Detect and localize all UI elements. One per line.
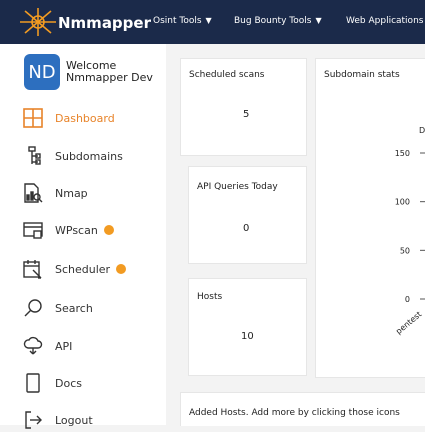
sidebar-item-scheduler[interactable]: Scheduler bbox=[22, 257, 127, 281]
sidebar-item-label: Scheduler bbox=[55, 262, 111, 276]
brand[interactable]: Nmmapper bbox=[18, 6, 151, 38]
subdomain-stats-chart: D 150 100 50 0 pentest bbox=[394, 126, 425, 336]
sidebar-item-nmap[interactable]: Nmap bbox=[22, 181, 88, 205]
added-hosts-text: Added Hosts. Add more by clicking those … bbox=[189, 408, 400, 418]
chevron-down-icon: ▼ bbox=[315, 16, 322, 25]
sidebar-item-label: Dashboard bbox=[55, 111, 115, 125]
document-icon bbox=[22, 372, 44, 394]
sidebar-item-search[interactable]: Search bbox=[22, 296, 93, 320]
sidebar-item-subdomains[interactable]: Subdomains bbox=[22, 144, 123, 168]
sidebar-item-label: Nmap bbox=[55, 186, 88, 200]
dashboard-icon bbox=[22, 107, 44, 129]
hosts-card[interactable]: Hosts 10 bbox=[188, 278, 307, 376]
notification-badge bbox=[103, 225, 114, 235]
y-tick-label: 0 bbox=[405, 295, 410, 304]
sidebar: ND Welcome Nmmapper Dev Dashboard Subdom… bbox=[0, 44, 166, 429]
network-scan-icon bbox=[22, 182, 44, 204]
sidebar-item-label: API bbox=[55, 339, 73, 353]
y-tick-label: 150 bbox=[395, 149, 410, 158]
top-navbar: Nmmapper Osint Tools ▼ Bug Bounty Tools ▼ … bbox=[0, 0, 425, 44]
user-name: Nmmapper Dev bbox=[66, 71, 153, 84]
avatar: ND bbox=[24, 54, 60, 90]
calendar-icon bbox=[22, 258, 44, 280]
api-queries-value: 0 bbox=[243, 223, 250, 234]
card-title: API Queries Today bbox=[197, 182, 278, 192]
y-tick-label: 100 bbox=[395, 198, 410, 207]
nav-web-applications-label: Web Applications bbox=[346, 16, 424, 26]
scheduled-scans-card[interactable]: Scheduled scans 5 bbox=[180, 58, 307, 156]
added-hosts-panel: Added Hosts. Add more by clicking those … bbox=[180, 392, 425, 426]
brand-name: Nmmapper bbox=[58, 14, 151, 32]
sidebar-item-logout[interactable]: Logout bbox=[22, 408, 93, 432]
nav-bug-bounty-tools[interactable]: Bug Bounty Tools ▼ bbox=[234, 16, 322, 26]
card-title: Scheduled scans bbox=[189, 70, 265, 80]
user-info: Welcome Nmmapper Dev bbox=[66, 60, 153, 84]
brand-logo-icon bbox=[20, 8, 56, 36]
sidebar-item-dashboard[interactable]: Dashboard bbox=[22, 106, 115, 130]
search-icon bbox=[22, 297, 44, 319]
nav-web-applications[interactable]: Web Applications bbox=[346, 16, 423, 26]
sidebar-item-docs[interactable]: Docs bbox=[22, 371, 82, 395]
nav-osint-tools[interactable]: Osint Tools ▼ bbox=[153, 16, 212, 26]
legend-label: D bbox=[419, 126, 425, 135]
logout-icon bbox=[22, 409, 44, 431]
sidebar-item-label: Subdomains bbox=[55, 149, 123, 163]
sidebar-item-label: Docs bbox=[55, 376, 82, 390]
card-title: Hosts bbox=[197, 292, 223, 302]
x-tick-label: pentest bbox=[394, 310, 423, 336]
sidebar-item-label: Search bbox=[55, 301, 93, 315]
nav-bug-bounty-label: Bug Bounty Tools bbox=[234, 16, 312, 26]
browser-window-icon bbox=[22, 219, 44, 241]
chevron-down-icon: ▼ bbox=[205, 16, 212, 25]
cloud-api-icon bbox=[22, 335, 44, 357]
sitemap-icon bbox=[22, 145, 44, 167]
scheduled-scans-value: 5 bbox=[243, 109, 250, 120]
hosts-value: 10 bbox=[241, 331, 254, 342]
sidebar-item-api[interactable]: API bbox=[22, 334, 72, 358]
nav-osint-tools-label: Osint Tools bbox=[153, 16, 202, 26]
notification-badge bbox=[116, 264, 127, 274]
api-queries-card[interactable]: API Queries Today 0 bbox=[188, 166, 307, 264]
subdomain-stats-card: Subdomain stats D 150 100 50 0 pentest bbox=[315, 58, 425, 378]
user-card: ND Welcome Nmmapper Dev bbox=[24, 54, 153, 90]
y-tick-label: 50 bbox=[400, 246, 410, 255]
sidebar-item-label: WPscan bbox=[55, 223, 98, 237]
sidebar-item-wpscan[interactable]: WPscan bbox=[22, 218, 114, 242]
